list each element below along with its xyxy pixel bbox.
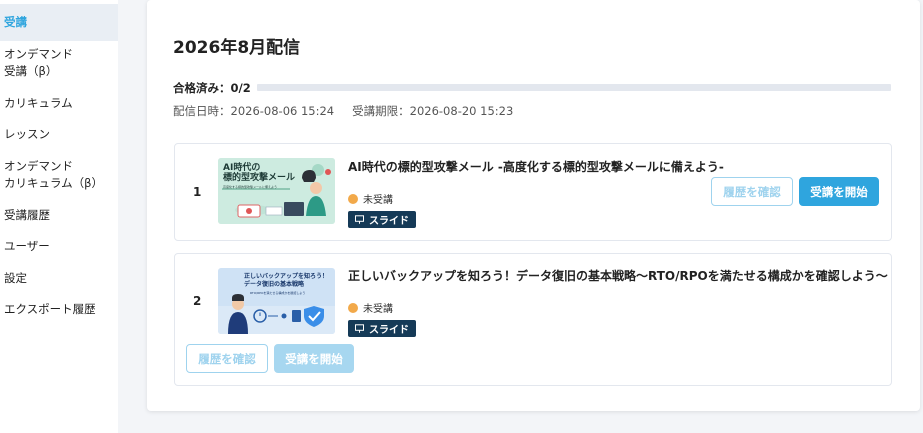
lesson-row: 1 AI時代の 標的型攻撃メール 高度化する標的型攻撃メールに備えよう AI時代… [174,143,892,241]
delivery-date: 配信日時：2026-08-06 15:24 [173,104,335,118]
delivery-card: 2026年8月配信 合格済み：0/2 配信日時：2026-08-06 15:24… [147,0,920,411]
thumbnail-subtitle: 高度化する標的型攻撃メールに備えよう [223,185,278,189]
lesson-title[interactable]: 正しいバックアップを知ろう！データ復旧の基本戦略〜RTO/RPOを満たせる構成か… [348,267,888,284]
sidebar-item-courses[interactable]: 受講 [0,4,118,41]
thumbnail-title: AI時代の 標的型攻撃メール [223,163,296,183]
lesson-number: 2 [193,294,202,308]
sidebar-item-curriculum[interactable]: カリキュラム [0,95,118,112]
page-title: 2026年8月配信 [173,38,301,58]
lesson-number: 1 [193,185,202,199]
sidebar-item-settings[interactable]: 設定 [0,270,118,287]
lesson-thumbnail[interactable]: 正しいバックアップを知ろう！ データ復旧の基本戦略 RTO/RPOを満たせる構成… [218,268,335,334]
start-course-button[interactable]: 受講を開始 [799,177,879,206]
type-label: スライド [369,325,409,336]
type-label: スライド [369,216,409,227]
lesson-thumbnail[interactable]: AI時代の 標的型攻撃メール 高度化する標的型攻撃メールに備えよう [218,158,335,224]
sidebar-item-history[interactable]: 受講履歴 [0,207,118,224]
type-badge: スライド [348,211,416,228]
progress-label: 合格済み：0/2 [173,81,251,95]
presentation-icon [355,324,364,333]
status-dot-icon [348,302,358,313]
thumbnail-title: 正しいバックアップを知ろう！ データ復旧の基本戦略 [244,273,329,288]
lesson-title[interactable]: AI時代の標的型攻撃メール -高度化する標的型攻撃メールに備えよう- [348,158,724,175]
sidebar-item-export-history[interactable]: エクスポート履歴 [0,301,118,318]
history-button[interactable]: 履歴を確認 [186,344,268,373]
progress-bar [257,84,891,91]
sidebar-item-users[interactable]: ユーザー [0,238,118,255]
presentation-icon [355,215,364,224]
sidebar-item-ondemand-courses[interactable]: オンデマンド 受講（β） [0,46,118,80]
lesson-status: 未受講 [348,191,393,206]
thumbnail-subtitle: RTO/RPOを満たせる構成かを確認しよう [250,291,306,295]
status-label: 未受講 [363,195,393,206]
status-label: 未受講 [363,304,393,315]
lesson-row: 2 正しいバックアップを知ろう！ データ復旧の基本戦略 RTO/RPOを満たせる… [174,253,892,386]
sidebar: 受講 オンデマンド 受講（β） カリキュラム レッスン オンデマンド カリキュラ… [0,0,118,433]
sidebar-item-ondemand-curriculum[interactable]: オンデマンド カリキュラム（β） [0,158,118,192]
delivery-dates: 配信日時：2026-08-06 15:24 受講期限：2026-08-20 15:… [173,103,513,119]
type-badge: スライド [348,320,416,337]
status-dot-icon [348,193,358,204]
history-button[interactable]: 履歴を確認 [711,177,793,206]
sidebar-item-lessons[interactable]: レッスン [0,126,118,143]
deadline-date: 受講期限：2026-08-20 15:23 [352,104,514,118]
start-course-button[interactable]: 受講を開始 [274,344,354,373]
lesson-status: 未受講 [348,300,393,315]
